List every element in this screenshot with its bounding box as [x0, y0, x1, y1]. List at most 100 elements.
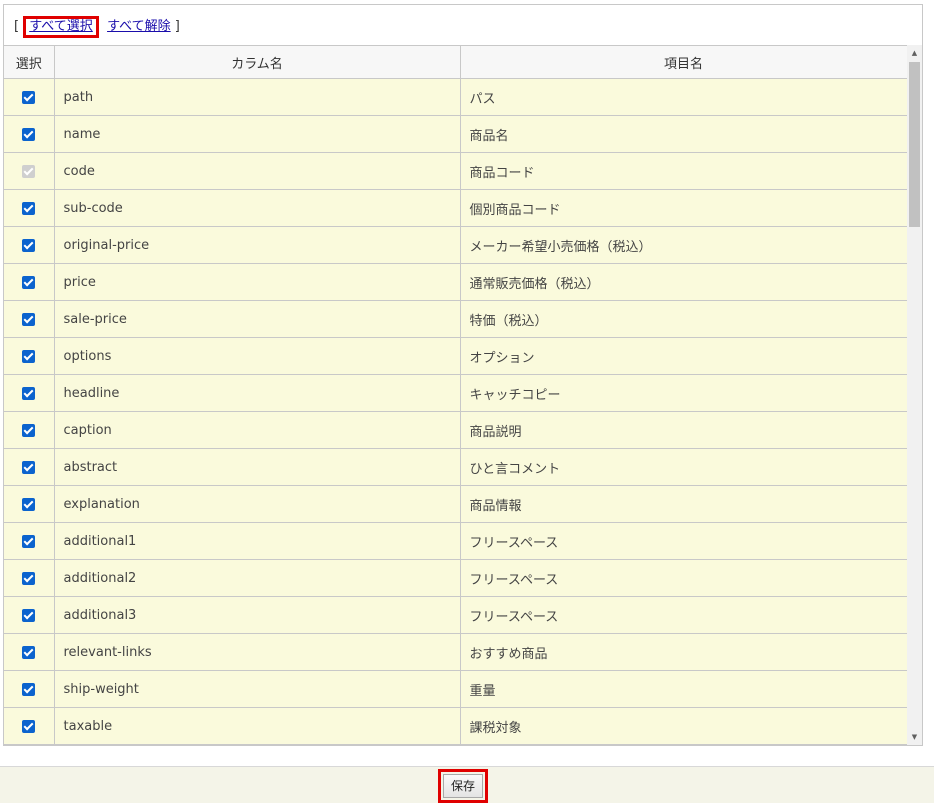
- row-checkbox-cell: [4, 448, 55, 486]
- scroll-down-arrow-icon[interactable]: ▼: [907, 729, 922, 745]
- row-checkbox-cell: [4, 115, 55, 153]
- item-name-cell: オプション: [460, 337, 907, 375]
- scrollbar-thumb[interactable]: [909, 62, 920, 227]
- row-checkbox[interactable]: [22, 238, 36, 252]
- column-name-cell: abstract: [54, 448, 461, 486]
- row-checkbox-cell: [4, 596, 55, 634]
- item-name-cell: パス: [460, 78, 907, 116]
- table-row: path パス: [4, 78, 907, 116]
- row-checkbox[interactable]: [22, 349, 36, 363]
- row-checkbox[interactable]: [22, 201, 36, 215]
- select-all-link[interactable]: すべて選択: [29, 19, 93, 34]
- table-header-row: 選択 カラム名 項目名: [4, 46, 907, 79]
- row-checkbox-cell: [4, 263, 55, 301]
- item-name-cell: 重量: [460, 670, 907, 708]
- table-row: explanation 商品情報: [4, 485, 907, 523]
- item-name-cell: メーカー希望小売価格（税込）: [460, 226, 907, 264]
- scroll-up-arrow-icon[interactable]: ▲: [907, 45, 922, 61]
- row-checkbox[interactable]: [22, 127, 36, 141]
- vertical-scrollbar[interactable]: ▲ ▼: [907, 45, 922, 745]
- table-row: original-price メーカー希望小売価格（税込）: [4, 226, 907, 264]
- footer-bar: 保存: [0, 766, 934, 803]
- column-name-cell: code: [54, 152, 461, 190]
- select-all-highlight: すべて選択: [23, 16, 99, 38]
- column-name-cell: caption: [54, 411, 461, 449]
- column-name-cell: sale-price: [54, 300, 461, 338]
- selection-links: [ すべて選択 すべて解除 ]: [14, 16, 180, 38]
- column-table: 選択 カラム名 項目名 path パス name 商品名 code 商品コード sub-co…: [4, 46, 907, 745]
- header-column-name: カラム名: [54, 46, 461, 79]
- item-name-cell: おすすめ商品: [460, 633, 907, 671]
- column-name-cell: ship-weight: [54, 670, 461, 708]
- column-name-cell: options: [54, 337, 461, 375]
- row-checkbox-cell: [4, 559, 55, 597]
- header-item-name: 項目名: [460, 46, 907, 79]
- item-name-cell: フリースペース: [460, 522, 907, 560]
- column-name-cell: path: [54, 78, 461, 116]
- column-name-cell: original-price: [54, 226, 461, 264]
- close-bracket: ]: [174, 19, 180, 34]
- header-select: 選択: [4, 46, 55, 79]
- column-name-cell: sub-code: [54, 189, 461, 227]
- item-name-cell: ひと言コメント: [460, 448, 907, 486]
- item-name-cell: フリースペース: [460, 596, 907, 634]
- row-checkbox[interactable]: [22, 645, 36, 659]
- table-row: ship-weight 重量: [4, 670, 907, 708]
- row-checkbox-cell: [4, 189, 55, 227]
- save-button[interactable]: 保存: [443, 774, 483, 798]
- table-row: price 通常販売価格（税込）: [4, 263, 907, 301]
- deselect-all-link[interactable]: すべて解除: [107, 19, 171, 34]
- column-name-cell: headline: [54, 374, 461, 412]
- open-bracket: [: [14, 19, 20, 34]
- row-checkbox-cell: [4, 485, 55, 523]
- row-checkbox[interactable]: [22, 386, 36, 400]
- row-checkbox-cell: [4, 78, 55, 116]
- save-button-highlight: 保存: [438, 769, 488, 803]
- row-checkbox[interactable]: [22, 90, 36, 104]
- table-row: abstract ひと言コメント: [4, 448, 907, 486]
- row-checkbox-cell: [4, 152, 55, 190]
- table-row: sale-price 特価（税込）: [4, 300, 907, 338]
- row-checkbox-cell: [4, 707, 55, 745]
- row-checkbox: [22, 164, 36, 178]
- column-name-cell: name: [54, 115, 461, 153]
- column-name-cell: taxable: [54, 707, 461, 745]
- row-checkbox[interactable]: [22, 275, 36, 289]
- item-name-cell: 商品説明: [460, 411, 907, 449]
- column-name-cell: price: [54, 263, 461, 301]
- item-name-cell: 商品名: [460, 115, 907, 153]
- item-name-cell: 通常販売価格（税込）: [460, 263, 907, 301]
- row-checkbox[interactable]: [22, 534, 36, 548]
- row-checkbox[interactable]: [22, 460, 36, 474]
- column-table-scroll[interactable]: 選択 カラム名 項目名 path パス name 商品名 code 商品コード sub-co…: [4, 45, 907, 746]
- item-name-cell: 特価（税込）: [460, 300, 907, 338]
- table-row: name 商品名: [4, 115, 907, 153]
- row-checkbox-cell: [4, 374, 55, 412]
- table-row: additional1 フリースペース: [4, 522, 907, 560]
- row-checkbox[interactable]: [22, 719, 36, 733]
- table-row: relevant-links おすすめ商品: [4, 633, 907, 671]
- table-row: taxable 課税対象: [4, 707, 907, 745]
- table-row: headline キャッチコピー: [4, 374, 907, 412]
- table-row: additional2 フリースペース: [4, 559, 907, 597]
- item-name-cell: キャッチコピー: [460, 374, 907, 412]
- table-row: caption 商品説明: [4, 411, 907, 449]
- row-checkbox[interactable]: [22, 312, 36, 326]
- row-checkbox-cell: [4, 411, 55, 449]
- row-checkbox-cell: [4, 670, 55, 708]
- column-name-cell: relevant-links: [54, 633, 461, 671]
- row-checkbox[interactable]: [22, 608, 36, 622]
- row-checkbox-cell: [4, 522, 55, 560]
- item-name-cell: フリースペース: [460, 559, 907, 597]
- row-checkbox[interactable]: [22, 423, 36, 437]
- row-checkbox[interactable]: [22, 497, 36, 511]
- row-checkbox[interactable]: [22, 571, 36, 585]
- row-checkbox-cell: [4, 300, 55, 338]
- row-checkbox-cell: [4, 337, 55, 375]
- item-name-cell: 個別商品コード: [460, 189, 907, 227]
- table-row: options オプション: [4, 337, 907, 375]
- row-checkbox[interactable]: [22, 682, 36, 696]
- row-checkbox-cell: [4, 226, 55, 264]
- item-name-cell: 商品情報: [460, 485, 907, 523]
- row-checkbox-cell: [4, 633, 55, 671]
